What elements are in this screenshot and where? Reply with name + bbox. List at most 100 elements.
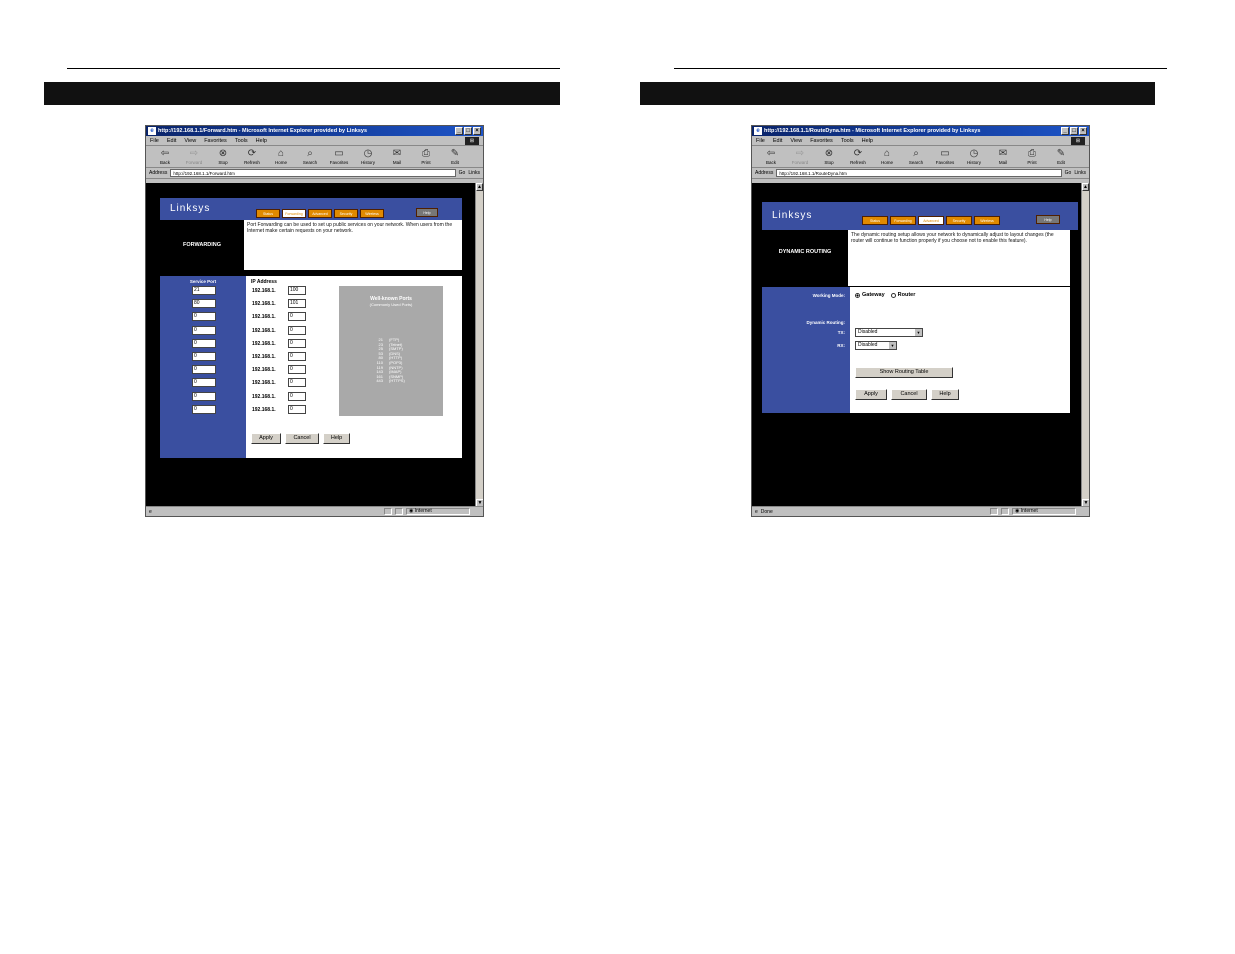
service-port-input[interactable]: 0 [192, 378, 216, 388]
service-port-input[interactable]: 0 [192, 312, 216, 322]
cancel-button[interactable]: Cancel [891, 389, 927, 400]
ip-last-octet-input[interactable]: 100 [288, 286, 306, 295]
print-button[interactable]: ⎙ Print [1019, 148, 1045, 165]
edit-button[interactable]: ✎ Edit [1048, 148, 1074, 165]
menu-help[interactable]: Help [256, 136, 267, 145]
gateway-label: Gateway [862, 292, 885, 298]
service-port-input[interactable]: 0 [192, 391, 216, 401]
tab-help[interactable]: Help [416, 208, 438, 217]
service-port-input[interactable]: 80 [192, 299, 216, 309]
mail-button[interactable]: ✉ Mail [384, 148, 410, 165]
rx-select[interactable]: Disabled ▼ [855, 341, 897, 350]
ip-last-octet-input[interactable]: 101 [288, 299, 306, 309]
service-port-input[interactable]: 0 [192, 338, 216, 348]
service-port-input[interactable]: 0 [192, 365, 216, 375]
search-button[interactable]: ⌕ Search [297, 148, 323, 165]
address-input[interactable]: http://192.168.1.1/Forward.htm [170, 169, 456, 177]
router-radio[interactable] [890, 292, 896, 298]
service-port-input[interactable]: 0 [192, 325, 216, 335]
maximize-icon[interactable]: □ [464, 127, 472, 135]
menu-view[interactable]: View [184, 136, 196, 145]
back-button[interactable]: ⇦ Back [758, 148, 784, 165]
search-button[interactable]: ⌕ Search [903, 148, 929, 165]
stop-button[interactable]: ⊗ Stop [816, 148, 842, 165]
ip-last-octet-input[interactable]: 0 [288, 312, 306, 322]
vertical-scrollbar[interactable]: ▲ ▼ [1081, 183, 1089, 507]
home-button[interactable]: ⌂ Home [268, 148, 294, 165]
ip-last-octet-input[interactable]: 0 [288, 352, 306, 361]
minimize-icon[interactable]: _ [1061, 127, 1069, 135]
favorites-button[interactable]: ▭ Favorites [932, 148, 958, 165]
home-button[interactable]: ⌂ Home [874, 148, 900, 165]
router-label: Router [897, 292, 916, 298]
menu-favorites[interactable]: Favorites [810, 136, 833, 145]
show-routing-table-button[interactable]: Show Routing Table [855, 367, 953, 378]
tab-advanced[interactable]: Advanced [308, 209, 332, 218]
refresh-button[interactable]: ⟳ Refresh [845, 148, 871, 165]
go-button[interactable]: Go [459, 170, 466, 176]
menu-edit[interactable]: Edit [773, 136, 782, 145]
tab-security[interactable]: Security [334, 209, 358, 218]
stop-button[interactable]: ⊗ Stop [210, 148, 236, 165]
history-button[interactable]: ◷ History [355, 148, 381, 165]
go-button[interactable]: Go [1065, 170, 1072, 176]
forward-button[interactable]: ⇨ Forward [787, 148, 813, 165]
service-port-input[interactable]: 21 [192, 286, 216, 295]
well-known-ports-box: Well-known Ports (Commonly Used Ports) 2… [339, 286, 443, 416]
tab-security[interactable]: Security [946, 216, 972, 225]
menu-file[interactable]: File [150, 136, 159, 145]
minimize-icon[interactable]: _ [455, 127, 463, 135]
maximize-icon[interactable]: □ [1070, 127, 1078, 135]
edit-button[interactable]: ✎ Edit [442, 148, 468, 165]
tab-advanced[interactable]: Advanced [918, 216, 944, 225]
close-icon[interactable]: × [1079, 127, 1087, 135]
vertical-scrollbar[interactable]: ▲ ▼ [475, 183, 483, 507]
help-button[interactable]: Help [931, 389, 959, 400]
print-button[interactable]: ⎙ Print [413, 148, 439, 165]
menu-edit[interactable]: Edit [167, 136, 176, 145]
forward-button[interactable]: ⇨ Forward [181, 148, 207, 165]
menu-bar: File Edit View Favorites Tools Help ⊞ [752, 136, 1089, 146]
address-input[interactable]: http://192.168.1.1/RouteDyna.htm [776, 169, 1062, 177]
linksys-logo: Linksys [772, 210, 813, 221]
menu-file[interactable]: File [756, 136, 765, 145]
tab-forwarding[interactable]: Forwarding [890, 216, 916, 225]
menu-tools[interactable]: Tools [841, 136, 854, 145]
service-port-input[interactable]: 0 [192, 352, 216, 361]
ip-last-octet-input[interactable]: 0 [288, 325, 306, 335]
ip-last-octet-input[interactable]: 0 [288, 404, 306, 414]
menu-favorites[interactable]: Favorites [204, 136, 227, 145]
scroll-up-icon[interactable]: ▲ [476, 183, 483, 191]
back-button[interactable]: ⇦ Back [152, 148, 178, 165]
refresh-button[interactable]: ⟳ Refresh [239, 148, 265, 165]
service-port-input[interactable]: 0 [192, 404, 216, 414]
help-button[interactable]: Help [323, 433, 350, 444]
apply-button[interactable]: Apply [251, 433, 281, 444]
mail-button[interactable]: ✉ Mail [990, 148, 1016, 165]
tab-forwarding[interactable]: Forwarding [282, 209, 306, 218]
menu-tools[interactable]: Tools [235, 136, 248, 145]
ip-last-octet-input[interactable]: 0 [288, 378, 306, 388]
menu-help[interactable]: Help [862, 136, 873, 145]
tx-select[interactable]: Disabled ▼ [855, 328, 923, 337]
cancel-button[interactable]: Cancel [285, 433, 319, 444]
scroll-up-icon[interactable]: ▲ [1082, 183, 1089, 191]
tab-status[interactable]: Status [862, 216, 888, 225]
links-button[interactable]: Links [1074, 170, 1086, 176]
ip-last-octet-input[interactable]: 0 [288, 365, 306, 375]
settings-panel: Gateway Router Disabled ▼ Disabled ▼ Show … [850, 287, 1070, 413]
links-button[interactable]: Links [468, 170, 480, 176]
gateway-radio[interactable] [855, 292, 860, 298]
tab-wireless[interactable]: Wireless [360, 209, 384, 218]
close-icon[interactable]: × [473, 127, 481, 135]
ip-last-octet-input[interactable]: 0 [288, 338, 306, 348]
tab-help[interactable]: Help [1036, 215, 1060, 224]
history-button[interactable]: ◷ History [961, 148, 987, 165]
menu-view[interactable]: View [790, 136, 802, 145]
apply-button[interactable]: Apply [855, 389, 887, 400]
chevron-down-icon: ▼ [889, 342, 896, 349]
tab-wireless[interactable]: Wireless [974, 216, 1000, 225]
tab-status[interactable]: Status [256, 209, 280, 218]
ip-last-octet-input[interactable]: 0 [288, 391, 306, 401]
favorites-button[interactable]: ▭ Favorites [326, 148, 352, 165]
